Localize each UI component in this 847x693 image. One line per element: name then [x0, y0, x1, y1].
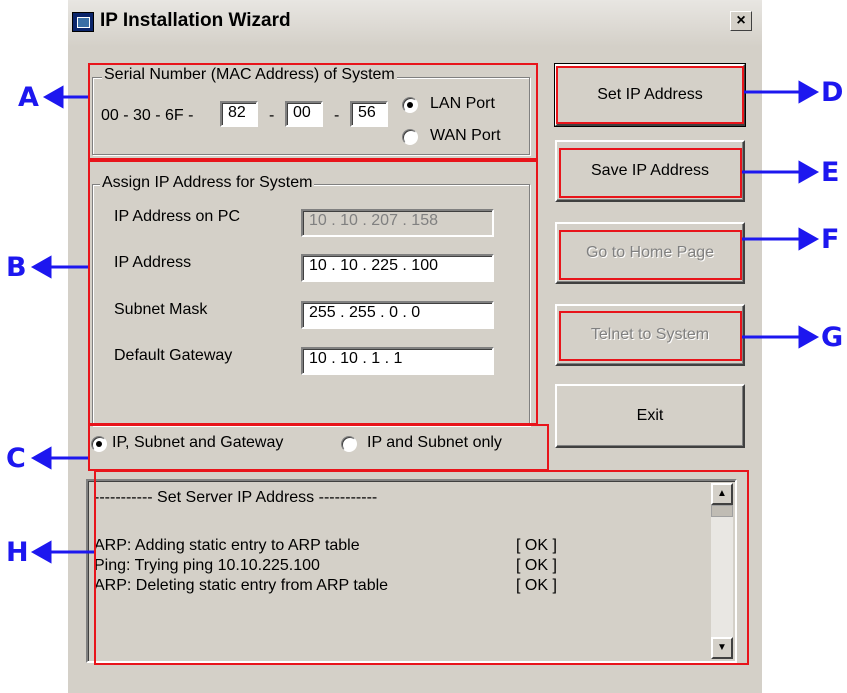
callout-label-e: E: [821, 157, 840, 188]
callout-label-f: F: [821, 224, 840, 255]
arrow-f-head: [798, 227, 820, 251]
arrow-g-head: [798, 325, 820, 349]
arrow-d-head: [798, 80, 820, 104]
arrow-h-head: [30, 540, 52, 564]
arrow-a-head: [42, 85, 64, 109]
callout-label-d: D: [821, 77, 844, 108]
arrow-e-head: [798, 160, 820, 184]
callout-arrows: [30, 80, 820, 564]
callout-label-b: B: [6, 252, 27, 283]
callout-label-a: A: [18, 82, 39, 113]
callout-label-h: H: [6, 537, 29, 568]
callout-label-c: C: [6, 443, 26, 474]
callout-label-g: G: [821, 322, 844, 353]
arrow-c-head: [30, 446, 52, 470]
arrow-b-head: [30, 255, 52, 279]
